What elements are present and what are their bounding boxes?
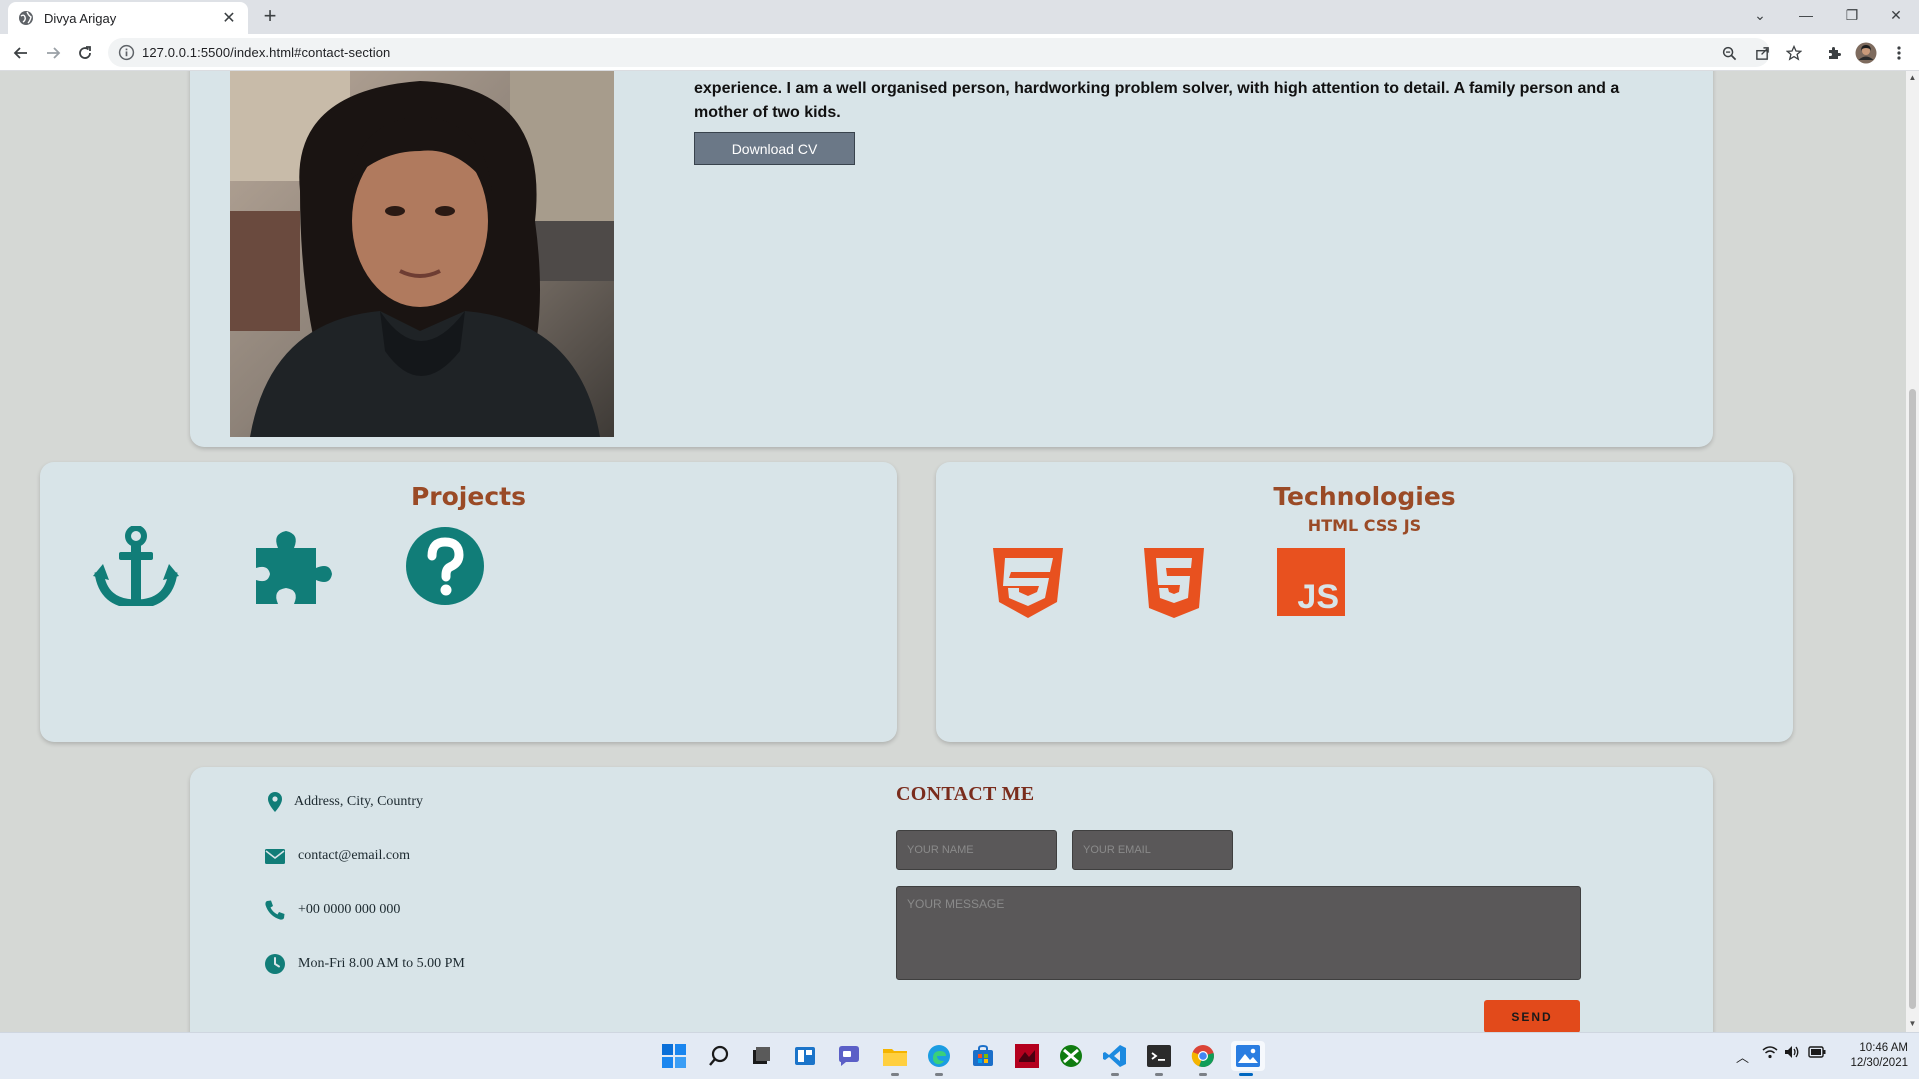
running-indicator — [891, 1073, 899, 1076]
question-circle-icon[interactable] — [402, 526, 488, 606]
close-tab-icon[interactable]: ✕ — [220, 8, 238, 28]
clock-time: 10:46 AM — [1859, 1042, 1908, 1054]
envelope-icon — [264, 845, 286, 867]
download-cv-button[interactable]: Download CV — [694, 132, 855, 165]
contact-card: Address, City, Country contact@email.com… — [190, 767, 1713, 1032]
phone-text: +00 0000 000 000 — [298, 902, 401, 917]
send-button[interactable]: SEND — [1484, 1000, 1580, 1032]
address-row: Address, City, Country — [264, 791, 423, 813]
widgets-icon[interactable] — [790, 1041, 820, 1071]
browser-tab[interactable]: Divya Arigay ✕ — [8, 2, 248, 34]
scroll-up-icon[interactable]: ▲ — [1908, 73, 1917, 82]
running-indicator — [1199, 1073, 1207, 1076]
chat-icon[interactable] — [834, 1041, 864, 1071]
terminal-icon[interactable] — [1144, 1041, 1174, 1076]
taskbar: ︿ 10:46 AM 12/30/2021 — [0, 1032, 1919, 1079]
css3-icon[interactable] — [991, 548, 1065, 623]
back-button[interactable] — [8, 40, 34, 66]
show-hidden-icons[interactable]: ︿ — [1736, 1047, 1749, 1066]
email-input[interactable]: YOUR EMAIL — [1072, 830, 1233, 870]
share-icon[interactable] — [1751, 42, 1773, 64]
tab-title: Divya Arigay — [44, 10, 117, 26]
photos-icon[interactable] — [1231, 1041, 1265, 1076]
projects-title: Projects — [410, 482, 526, 511]
page-viewport: experience. I am a well organised person… — [0, 71, 1906, 1032]
hours-text: Mon-Fri 8.00 AM to 5.00 PM — [298, 956, 465, 971]
reload-icon — [79, 46, 91, 59]
running-indicator — [1111, 1073, 1119, 1076]
windows-start-icon[interactable] — [659, 1041, 689, 1071]
taskbar-clock[interactable]: 10:46 AM 12/30/2021 — [1838, 1041, 1908, 1071]
profile-avatar[interactable] — [1855, 42, 1877, 64]
clock-icon — [264, 953, 286, 975]
clock-date: 12/30/2021 — [1850, 1057, 1908, 1069]
tab-search-icon[interactable]: ⌄ — [1737, 0, 1783, 30]
forward-arrow-icon — [47, 47, 61, 59]
search-icon[interactable] — [704, 1041, 734, 1071]
battery-icon[interactable] — [1808, 1045, 1826, 1062]
js-icon[interactable]: JS — [1277, 548, 1345, 621]
contact-title: CONTACT ME — [896, 783, 1035, 805]
message-placeholder: YOUR MESSAGE — [907, 897, 1005, 911]
red-app-icon[interactable] — [1012, 1041, 1042, 1071]
phone-row: +00 0000 000 000 — [264, 899, 400, 921]
site-info-icon[interactable] — [118, 44, 135, 61]
task-view-icon[interactable] — [746, 1041, 776, 1071]
puzzle-icon[interactable] — [250, 526, 336, 606]
html5-icon[interactable] — [1144, 548, 1204, 623]
anchor-icon[interactable] — [93, 525, 179, 609]
about-bio: experience. I am a well organised person… — [694, 80, 1620, 121]
technologies-subtitle: HTML CSS JS — [1307, 516, 1422, 535]
message-textarea[interactable]: YOUR MESSAGE — [896, 886, 1581, 980]
back-arrow-icon — [13, 47, 27, 59]
email-placeholder: YOUR EMAIL — [1083, 844, 1151, 856]
technologies-card: Technologies HTML CSS JS JS — [936, 462, 1793, 742]
bookmark-star-icon[interactable] — [1783, 42, 1805, 64]
vscode-icon[interactable] — [1100, 1041, 1130, 1076]
running-indicator — [1239, 1073, 1253, 1076]
file-explorer-icon[interactable] — [880, 1041, 910, 1076]
profile-photo — [230, 71, 614, 437]
email-row: contact@email.com — [264, 845, 410, 867]
close-window-button[interactable]: ✕ — [1873, 0, 1919, 30]
browser-toolbar: 127.0.0.1:5500/index.html#contact-sectio… — [0, 34, 1919, 71]
map-marker-icon — [264, 791, 286, 813]
tab-strip: Divya Arigay ✕ + ⌄ — ❐ ✕ — [0, 0, 1919, 34]
edge-icon[interactable] — [924, 1041, 954, 1076]
about-card: experience. I am a well organised person… — [190, 71, 1713, 447]
chrome-icon[interactable] — [1188, 1041, 1218, 1076]
extensions-icon[interactable] — [1823, 42, 1845, 64]
browser-menu-icon[interactable] — [1888, 42, 1910, 64]
zoom-icon[interactable] — [1718, 42, 1740, 64]
globe-icon — [18, 10, 34, 26]
scroll-down-icon[interactable]: ▼ — [1908, 1019, 1917, 1028]
name-placeholder: YOUR NAME — [907, 844, 974, 856]
running-indicator — [1155, 1073, 1163, 1076]
hours-row: Mon-Fri 8.00 AM to 5.00 PM — [264, 953, 465, 975]
address-text: Address, City, Country — [294, 794, 423, 809]
name-input[interactable]: YOUR NAME — [896, 830, 1057, 870]
scrollbar-thumb[interactable] — [1909, 389, 1916, 1009]
page-scrollbar[interactable]: ▲ ▼ — [1906, 71, 1919, 1032]
running-indicator — [935, 1073, 943, 1076]
projects-card: Projects — [40, 462, 897, 742]
restore-button[interactable]: ❐ — [1829, 0, 1875, 30]
xbox-icon[interactable] — [1056, 1041, 1086, 1071]
address-bar[interactable]: 127.0.0.1:5500/index.html#contact-sectio… — [108, 38, 1770, 67]
forward-button[interactable] — [40, 40, 66, 66]
email-text: contact@email.com — [298, 848, 411, 863]
volume-icon[interactable] — [1784, 1045, 1800, 1062]
svg-text:JS: JS — [1297, 578, 1339, 616]
minimize-button[interactable]: — — [1783, 0, 1829, 30]
phone-icon — [264, 899, 286, 921]
reload-button[interactable] — [72, 40, 98, 66]
store-icon[interactable] — [968, 1041, 998, 1071]
wifi-icon[interactable] — [1762, 1045, 1778, 1062]
new-tab-button[interactable]: + — [258, 5, 282, 29]
technologies-title: Technologies — [1273, 482, 1456, 511]
url-text: 127.0.0.1:5500/index.html#contact-sectio… — [142, 45, 391, 60]
